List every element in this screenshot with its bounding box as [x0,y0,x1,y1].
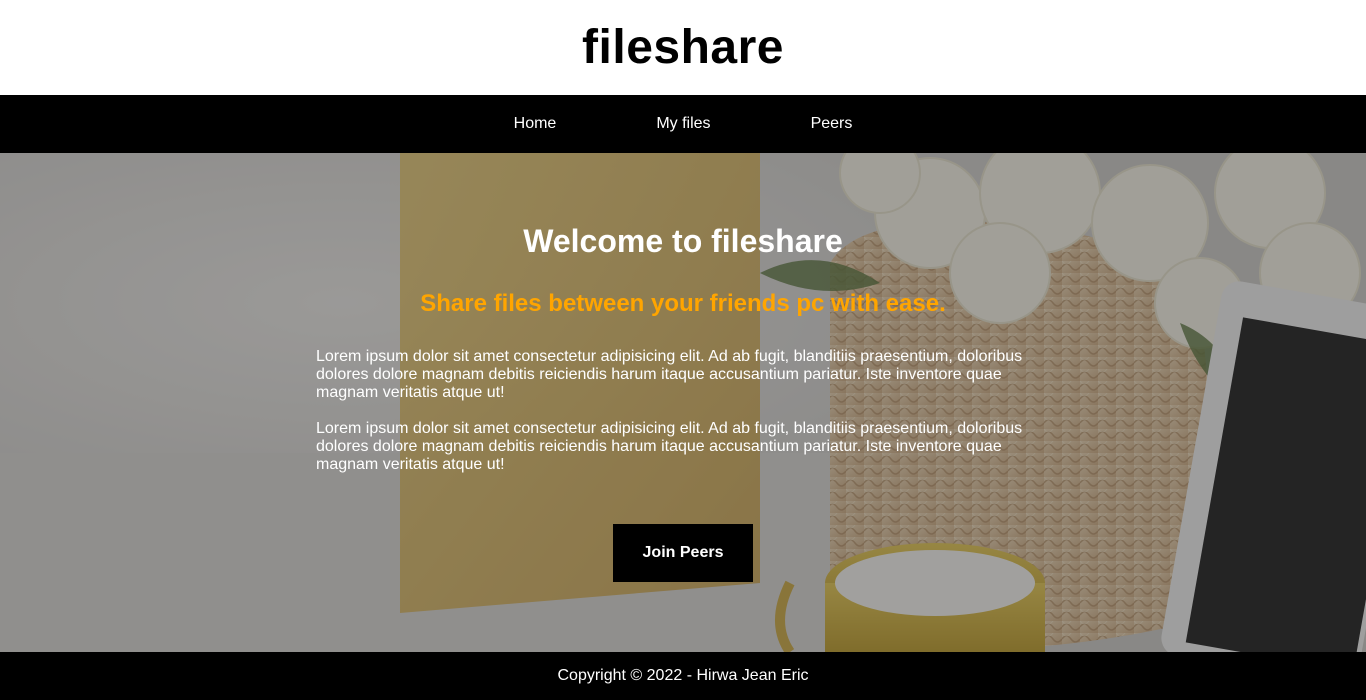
hero-paragraph-2: Lorem ipsum dolor sit amet consectetur a… [316,420,1023,473]
main-nav: Home My files Peers [0,95,1366,153]
hero-title: Welcome to fileshare [523,223,843,259]
site-title: fileshare [582,21,784,74]
hero-section: Welcome to fileshare Share files between… [0,153,1366,652]
nav-peers-link[interactable]: Peers [811,115,853,133]
hero-content: Welcome to fileshare Share files between… [0,153,1366,652]
hero-paragraph-1: Lorem ipsum dolor sit amet consectetur a… [316,348,1023,401]
join-peers-button[interactable]: Join Peers [613,524,753,582]
site-footer: Copyright © 2022 - Hirwa Jean Eric [0,652,1366,700]
site-header: fileshare [0,0,1366,95]
nav-my-files-link[interactable]: My files [656,115,710,133]
copyright-text: Copyright © 2022 - Hirwa Jean Eric [557,667,809,684]
hero-subtitle: Share files between your friends pc with… [420,290,946,317]
nav-home-link[interactable]: Home [514,115,557,133]
